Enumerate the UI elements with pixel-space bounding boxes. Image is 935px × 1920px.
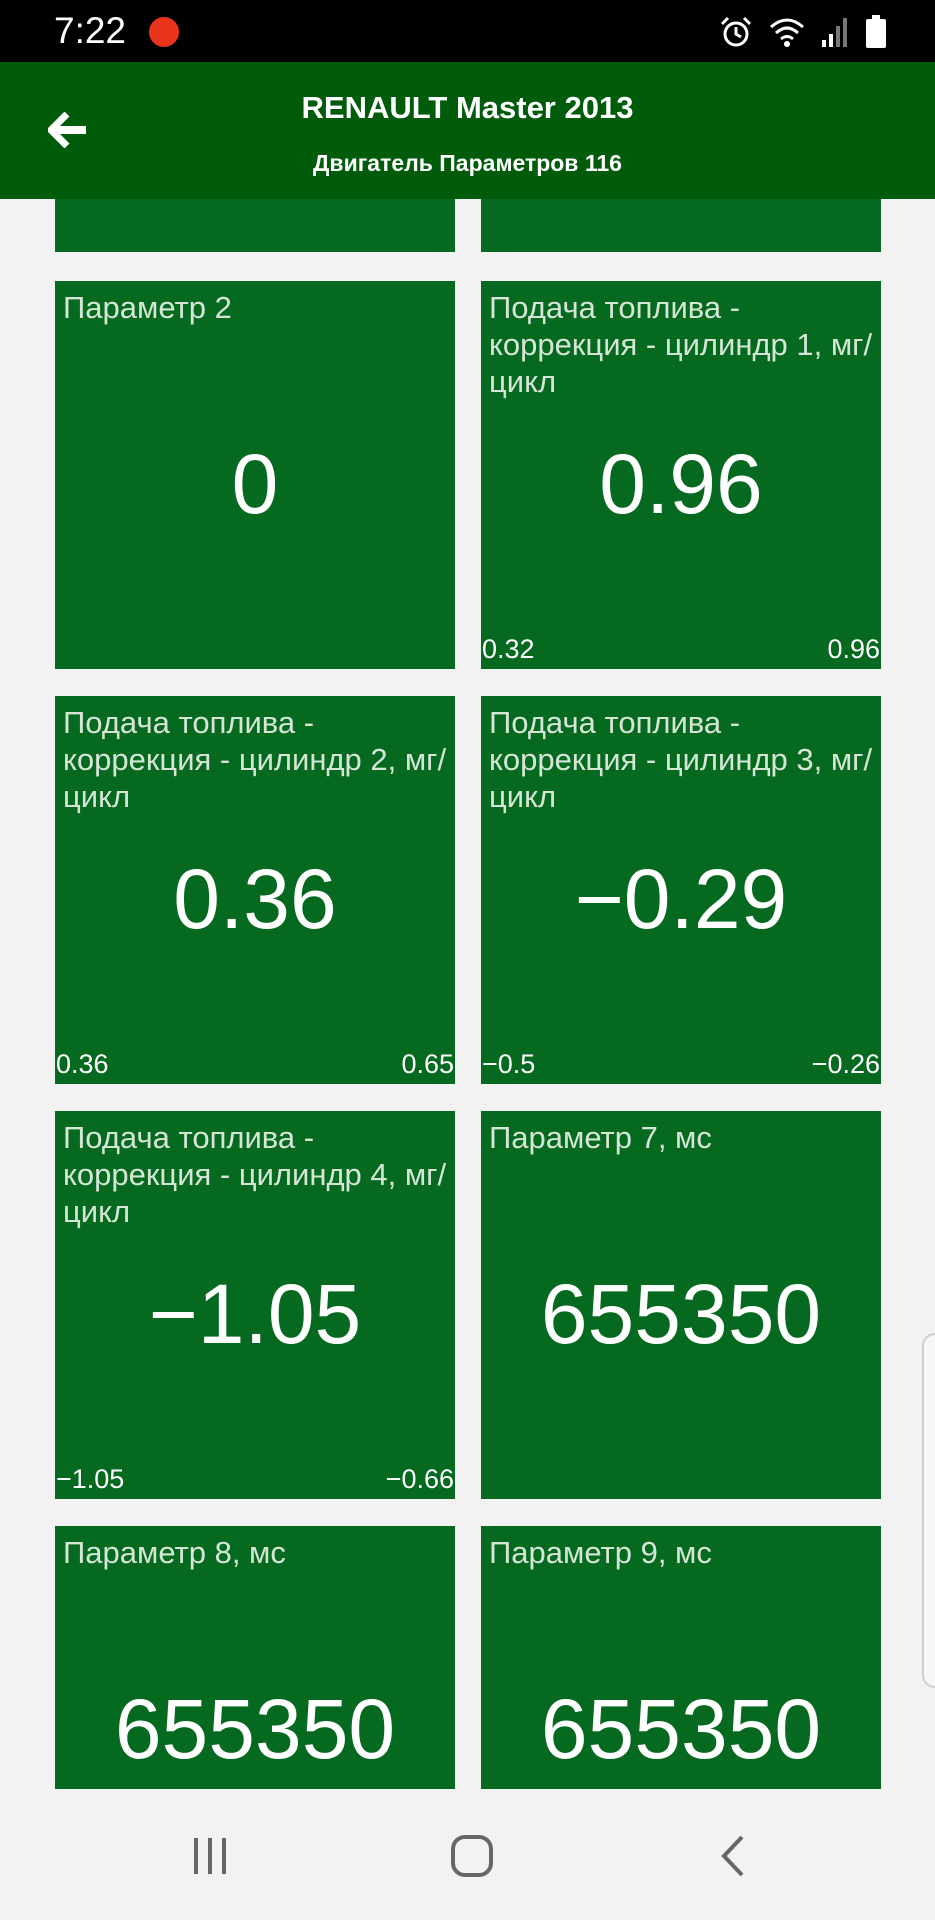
tile-value: 0.36	[173, 852, 337, 946]
signal-icon	[821, 16, 849, 48]
tile-max: 0.65	[401, 1049, 454, 1079]
battery-icon	[865, 15, 887, 49]
tile-min: −0.5	[482, 1049, 536, 1079]
tile-max: −0.66	[385, 1464, 454, 1494]
tile-label: Подача топлива - коррекция - цилиндр 3, …	[489, 705, 873, 814]
tile-value: −0.29	[574, 852, 788, 946]
parameter-tile-7[interactable]: Параметр 7, мс 655350	[481, 1111, 881, 1499]
parameter-tile-cylinder-1[interactable]: Подача топлива - коррекция - цилиндр 1, …	[481, 281, 881, 669]
parameter-grid[interactable]: Параметр 2 0 Подача топлива - коррекция …	[0, 199, 935, 1789]
tile-label: Параметр 8, мс	[63, 1535, 286, 1570]
home-button[interactable]	[437, 1821, 507, 1891]
status-icons	[719, 14, 887, 50]
tile-max: −0.26	[811, 1049, 880, 1079]
tile-min: 0.32	[482, 634, 535, 664]
tile-label: Подача топлива - коррекция - цилиндр 2, …	[63, 705, 447, 814]
nav-back-button[interactable]	[698, 1821, 768, 1891]
chevron-left-icon	[721, 1835, 744, 1877]
tile-value: 655350	[540, 1682, 822, 1776]
tile-value: 655350	[540, 1267, 822, 1361]
tile-label: Подача топлива - коррекция - цилиндр 1, …	[489, 290, 873, 399]
status-time: 7:22	[54, 10, 127, 51]
tile-value: 0	[231, 437, 279, 531]
parameter-tile-cylinder-4[interactable]: Подача топлива - коррекция - цилиндр 4, …	[55, 1111, 455, 1499]
recents-icon	[194, 1838, 226, 1874]
tile-label: Параметр 9, мс	[489, 1535, 712, 1570]
recents-button[interactable]	[175, 1821, 245, 1891]
parameter-tile-8[interactable]: Параметр 8, мс 655350	[55, 1526, 455, 1789]
parameter-tile-2[interactable]: Параметр 2 0	[55, 281, 455, 669]
tile-value: −1.05	[148, 1267, 362, 1361]
recording-dot-icon	[149, 17, 179, 47]
alarm-icon	[719, 15, 753, 49]
parameter-tile-cylinder-3[interactable]: Подача топлива - коррекция - цилиндр 3, …	[481, 696, 881, 1084]
tile-min: 0.36	[56, 1049, 109, 1079]
parameter-tile-9[interactable]: Параметр 9, мс 655350	[481, 1526, 881, 1789]
navigation-bar	[0, 1789, 935, 1920]
tile-label: Параметр 7, мс	[489, 1120, 712, 1155]
parameter-tile[interactable]	[55, 199, 455, 252]
page-subtitle: Двигатель Параметров 116	[313, 150, 622, 176]
tile-min: −1.05	[56, 1464, 125, 1494]
tile-label: Подача топлива - коррекция - цилиндр 4, …	[63, 1120, 447, 1229]
parameter-tile-cylinder-2[interactable]: Подача топлива - коррекция - цилиндр 2, …	[55, 696, 455, 1084]
tile-label: Параметр 2	[63, 290, 232, 325]
page-title: RENAULT Master 2013	[301, 90, 634, 125]
scroll-handle[interactable]	[922, 1333, 935, 1688]
tile-max: 0.96	[827, 634, 880, 664]
parameter-tile[interactable]	[481, 199, 881, 252]
wifi-icon	[769, 16, 805, 48]
status-bar: 7:22	[0, 0, 935, 62]
tile-value: 0.96	[599, 437, 763, 531]
tile-value: 655350	[114, 1682, 396, 1776]
home-icon	[451, 1835, 493, 1877]
app-bar: RENAULT Master 2013 Двигатель Параметров…	[0, 62, 935, 199]
